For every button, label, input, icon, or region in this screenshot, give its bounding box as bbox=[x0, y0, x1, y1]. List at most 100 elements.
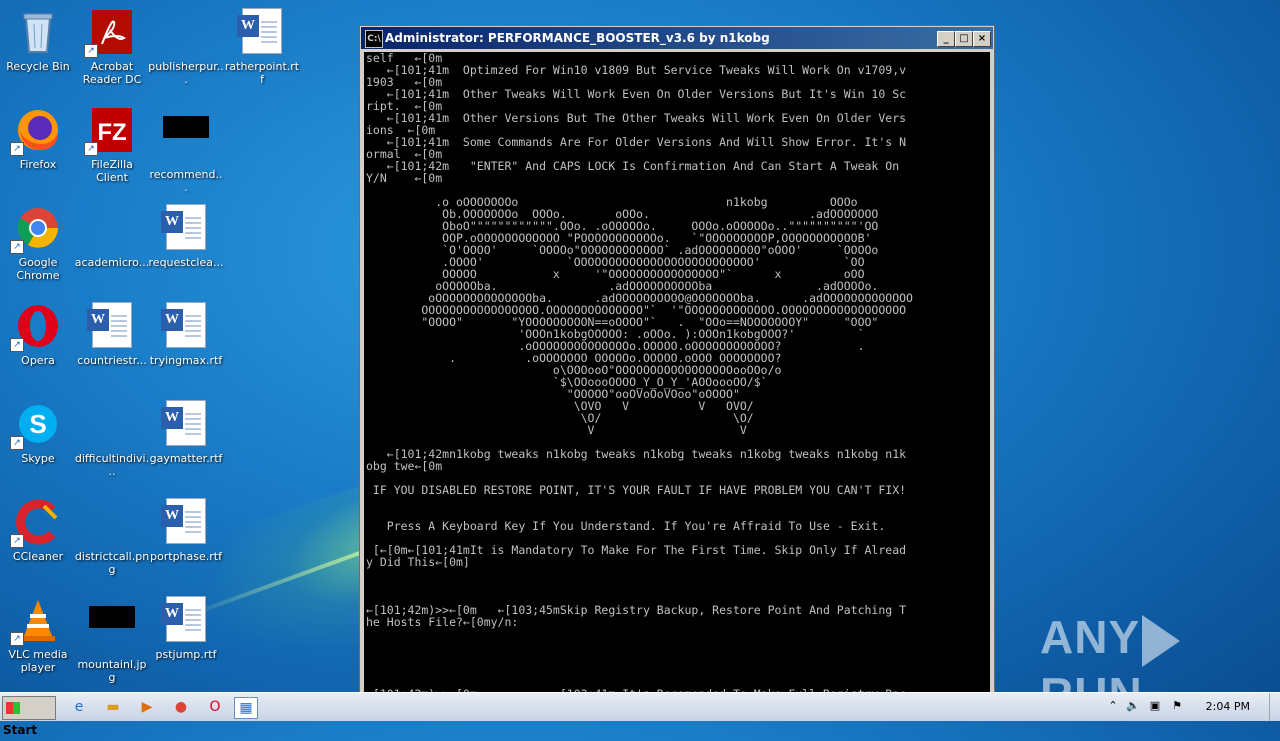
acrobat-icon: ↗ bbox=[84, 8, 136, 58]
desktop-icon-label: difficultindivi... bbox=[74, 452, 150, 478]
desktop-icon-label: tryingmax.rtf bbox=[149, 354, 223, 367]
desktop-icon-label: pstjump.rtf bbox=[155, 648, 217, 661]
vlc-cone-icon: ↗ bbox=[10, 596, 62, 646]
shortcut-arrow-icon: ↗ bbox=[10, 632, 24, 646]
start-label: Start bbox=[3, 723, 38, 737]
blank-file-icon bbox=[88, 204, 136, 252]
taskbar: Start e ▬ ▶ ● O ▦ ⌃ 🔈 ▣ ⚑ 2:04 PM bbox=[0, 692, 1280, 737]
recycle-bin-icon bbox=[14, 8, 62, 56]
file-explorer-icon[interactable]: ▬ bbox=[102, 697, 124, 717]
desktop-icon-opera[interactable]: ↗ Opera bbox=[0, 298, 76, 388]
action-center-flag-icon[interactable]: ⚑ bbox=[1170, 699, 1184, 713]
anyrun-watermark: ANY RUN bbox=[1040, 610, 1240, 692]
taskbar-clock[interactable]: 2:04 PM bbox=[1206, 693, 1250, 721]
desktop-icon-label: FileZilla Client bbox=[91, 158, 133, 184]
desktop-icon-mountainl[interactable]: mountainl.jpg bbox=[74, 592, 150, 684]
desktop-icon-requestclea[interactable]: W requestclea... bbox=[148, 200, 224, 290]
desktop-icon-recommend[interactable]: recommend... bbox=[148, 102, 224, 194]
firefox-icon: ↗ bbox=[10, 106, 62, 156]
blank-file-icon bbox=[162, 8, 210, 56]
maximize-button[interactable]: □ bbox=[955, 31, 973, 47]
desktop-icon-acrobat[interactable]: ↗ Acrobat Reader DC bbox=[74, 4, 150, 94]
opera-icon: ↗ bbox=[10, 302, 62, 352]
console-ascii-art: .o oOOOOOOOo n1kobg OOOo Ob.OOOOOOOo OOO… bbox=[421, 195, 913, 437]
desktop-icon-label: portphase.rtf bbox=[150, 550, 222, 563]
start-button[interactable]: Start bbox=[2, 696, 56, 737]
desktop-icon-label: publisherpur... bbox=[148, 60, 224, 86]
desktop-icon-vlc[interactable]: ↗ VLC media player bbox=[0, 592, 76, 682]
shortcut-arrow-icon: ↗ bbox=[84, 142, 98, 156]
chrome-taskbar-icon[interactable]: ● bbox=[170, 697, 192, 717]
desktop-icon-academicro[interactable]: academicro... bbox=[74, 200, 150, 290]
console-window[interactable]: C:\ Administrator: PERFORMANCE_BOOSTER_v… bbox=[359, 25, 995, 692]
word-document-icon: W bbox=[161, 400, 210, 448]
console-header-text: self ←[0m ←[101;41m Optimzed For Win10 v… bbox=[366, 52, 907, 185]
play-icon bbox=[1142, 614, 1181, 667]
desktop-icon-recycle-bin[interactable]: Recycle Bin bbox=[0, 4, 76, 94]
ccleaner-icon: ↗ bbox=[10, 498, 62, 548]
desktop-icon-label: CCleaner bbox=[12, 550, 64, 563]
console-footer-text: ←[101;42mn1kobg tweaks n1kobg tweaks n1k… bbox=[366, 447, 907, 692]
desktop-icon-label: requestclea... bbox=[148, 256, 224, 269]
console-app-icon: C:\ bbox=[365, 30, 383, 48]
filezilla-icon: FZ ↗ bbox=[84, 106, 136, 156]
desktop-icon-filezilla[interactable]: FZ ↗ FileZilla Client bbox=[74, 102, 150, 192]
desktop-icon-portphase[interactable]: W portphase.rtf bbox=[148, 494, 224, 584]
shortcut-arrow-icon: ↗ bbox=[10, 534, 24, 548]
word-document-icon: W bbox=[161, 204, 210, 252]
shortcut-arrow-icon: ↗ bbox=[10, 338, 24, 352]
desktop-icon-publisherpur[interactable]: publisherpur... bbox=[148, 4, 224, 94]
close-button[interactable]: × bbox=[973, 31, 991, 47]
skype-icon: S ↗ bbox=[10, 400, 62, 450]
desktop-icon-gaymatter[interactable]: W gaymatter.rtf bbox=[148, 396, 224, 486]
desktop-icon-label: ratherpoint.rtf bbox=[224, 60, 300, 86]
windows-flag-icon bbox=[6, 702, 20, 714]
console-titlebar[interactable]: C:\ Administrator: PERFORMANCE_BOOSTER_v… bbox=[361, 27, 993, 49]
watermark-right-text: RUN bbox=[1040, 668, 1143, 692]
word-document-icon: W bbox=[161, 498, 210, 546]
media-player-icon[interactable]: ▶ bbox=[136, 697, 158, 717]
shortcut-arrow-icon: ↗ bbox=[10, 142, 24, 156]
shortcut-arrow-icon: ↗ bbox=[10, 240, 24, 254]
svg-text:FZ: FZ bbox=[97, 119, 126, 146]
desktop-icon-label: VLC media player bbox=[8, 648, 68, 674]
desktop-icon-label: mountainl.jpg bbox=[77, 658, 147, 684]
desktop-icon-ratherpoint[interactable]: W ratherpoint.rtf bbox=[224, 4, 300, 94]
desktop-icon-countriestr[interactable]: W countriestr... bbox=[74, 298, 150, 388]
tray-expand-icon[interactable]: ⌃ bbox=[1106, 699, 1120, 713]
desktop-icon-label: gaymatter.rtf bbox=[149, 452, 223, 465]
desktop-icon-ccleaner[interactable]: ↗ CCleaner bbox=[0, 494, 76, 584]
desktop-icon-difficultindivi[interactable]: difficultindivi... bbox=[74, 396, 150, 486]
internet-explorer-icon[interactable]: e bbox=[68, 697, 90, 717]
shortcut-arrow-icon: ↗ bbox=[84, 44, 98, 58]
image-thumbnail-icon bbox=[88, 606, 136, 654]
desktop-icon-label: recommend... bbox=[149, 168, 223, 194]
minimize-button[interactable]: _ bbox=[937, 31, 955, 47]
show-desktop-button[interactable] bbox=[1269, 693, 1280, 721]
word-document-icon: W bbox=[237, 8, 286, 56]
opera-taskbar-icon[interactable]: O bbox=[204, 697, 226, 717]
desktop-icon-districtcall[interactable]: districtcall.png bbox=[74, 494, 150, 584]
desktop-icon-label: Opera bbox=[21, 354, 55, 367]
blank-file-icon bbox=[88, 400, 136, 448]
blank-image-icon bbox=[88, 498, 136, 546]
desktop-icon-label: Acrobat Reader DC bbox=[82, 60, 142, 86]
desktop-icon-chrome[interactable]: ↗ Google Chrome bbox=[0, 200, 76, 290]
svg-text:S: S bbox=[29, 409, 46, 439]
image-thumbnail-icon bbox=[162, 116, 210, 164]
desktop-icon-label: Firefox bbox=[19, 158, 57, 171]
desktop-icon-skype[interactable]: S ↗ Skype bbox=[0, 396, 76, 486]
desktop-icon-label: countriestr... bbox=[77, 354, 147, 367]
desktop-icon-pstjump[interactable]: W pstjump.rtf bbox=[148, 592, 224, 682]
word-document-icon: W bbox=[161, 302, 210, 350]
volume-icon[interactable]: 🔈 bbox=[1126, 699, 1140, 713]
word-document-icon: W bbox=[161, 596, 210, 644]
network-icon[interactable]: ▣ bbox=[1148, 699, 1162, 713]
console-taskbar-button[interactable]: ▦ bbox=[234, 697, 258, 719]
desktop-icon-label: districtcall.png bbox=[74, 550, 150, 576]
desktop-icon-tryingmax[interactable]: W tryingmax.rtf bbox=[148, 298, 224, 388]
shortcut-arrow-icon: ↗ bbox=[10, 436, 24, 450]
watermark-left-text: ANY bbox=[1040, 611, 1141, 663]
console-output[interactable]: self ←[0m ←[101;41m Optimzed For Win10 v… bbox=[364, 52, 990, 692]
desktop-icon-firefox[interactable]: ↗ Firefox bbox=[0, 102, 76, 192]
